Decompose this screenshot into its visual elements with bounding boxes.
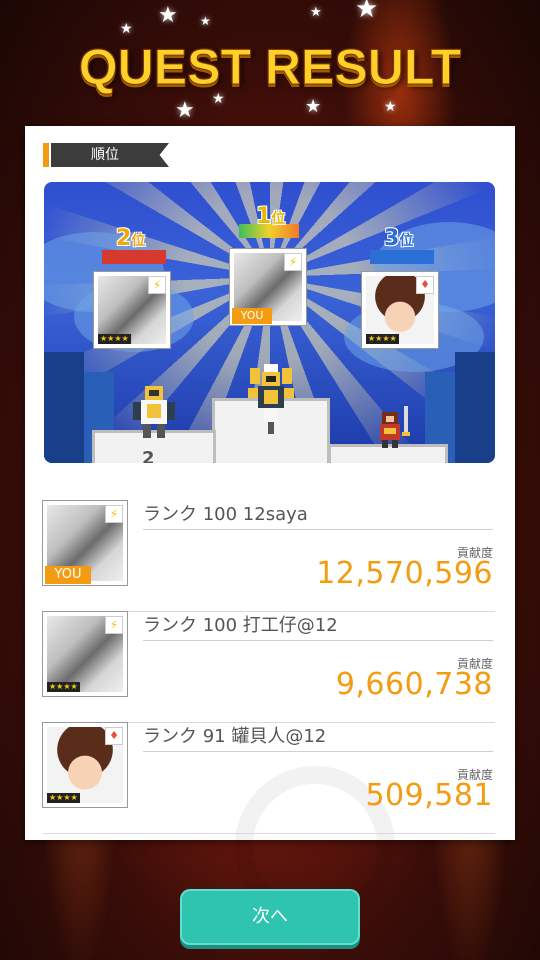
rank-suffix: 位: [271, 211, 286, 227]
result-list: ⚡ YOU ランク 100 12saya 貢献度 12,570,596 ⚡ ★★…: [43, 501, 495, 834]
next-button[interactable]: 次へ: [180, 889, 360, 945]
rank-ribbon-second: [102, 250, 166, 264]
lightning-icon: ⚡: [284, 253, 302, 271]
rank-number: 2: [116, 226, 132, 251]
lightning-icon: ⚡: [105, 616, 123, 634]
section-accent-bar: [43, 143, 49, 167]
you-badge: YOU: [45, 566, 91, 584]
player-name: ランク 100 打工仔@12: [143, 614, 493, 641]
rarity-stars: ★★★★: [366, 334, 399, 344]
star-icon: ★: [305, 96, 322, 117]
player-card[interactable]: ♦ ★★★★: [43, 723, 127, 807]
rank-number: 1: [256, 204, 272, 229]
podium-card-second[interactable]: ⚡ ★★★★: [94, 272, 170, 348]
rank-label-second: 2位: [116, 226, 145, 251]
result-panel: 順位 2 3 1位 2位 3位 ⚡ YO: [25, 126, 515, 926]
star-icon: ★: [200, 14, 211, 28]
rarity-stars: ★★★★: [47, 793, 80, 803]
rarity-stars: ★★★★: [98, 334, 131, 344]
star-icon: ★: [175, 98, 195, 123]
star-icon: ★: [355, 0, 379, 24]
winged-knight-sprite: [248, 364, 294, 434]
contribution-value: 509,581: [365, 778, 493, 813]
star-icon: ★: [158, 3, 178, 28]
star-icon: ★: [120, 21, 133, 37]
star-icon: ★: [384, 99, 397, 115]
rank-number: 3: [384, 226, 400, 251]
diamond-icon: ♦: [416, 276, 434, 294]
result-row[interactable]: ⚡ ★★★★ ランク 100 打工仔@12 貢献度 9,660,738: [43, 612, 495, 723]
podium-card-third[interactable]: ♦ ★★★★: [362, 272, 438, 348]
lightning-icon: ⚡: [105, 505, 123, 523]
player-card[interactable]: ⚡ YOU: [43, 501, 127, 585]
pillar: [455, 352, 495, 463]
rank-label-first: 1位: [256, 204, 285, 229]
step-number-second: 2: [142, 448, 155, 463]
result-row[interactable]: ♦ ★★★★ ランク 91 罐貝人@12 貢献度 509,581: [43, 723, 495, 834]
podium-card-first[interactable]: ⚡ YOU: [230, 249, 306, 325]
page-title: QUEST RESULT: [78, 39, 462, 96]
player-name: ランク 91 罐貝人@12: [143, 725, 493, 752]
contribution-value: 9,660,738: [335, 667, 493, 702]
rank-suffix: 位: [399, 233, 414, 249]
rank-suffix: 位: [131, 233, 146, 249]
contribution-value: 12,570,596: [316, 556, 493, 591]
podium-scene: 2 3 1位 2位 3位 ⚡ YOU ⚡ ★★★★ ♦ ★★★★: [44, 182, 495, 463]
player-name: ランク 100 12saya: [143, 503, 493, 530]
rank-ribbon-third: [370, 250, 434, 264]
lightning-icon: ⚡: [148, 276, 166, 294]
result-row[interactable]: ⚡ YOU ランク 100 12saya 貢献度 12,570,596: [43, 501, 495, 612]
rank-label-third: 3位: [384, 226, 413, 251]
player-card[interactable]: ⚡ ★★★★: [43, 612, 127, 696]
section-header: 順位: [43, 143, 171, 167]
pillar: [44, 352, 84, 463]
diamond-icon: ♦: [105, 727, 123, 745]
section-label: 順位: [51, 143, 169, 167]
you-badge: YOU: [232, 308, 272, 324]
warrior-sprite: [380, 406, 410, 448]
star-icon: ★: [310, 5, 322, 20]
knight-sprite: [133, 386, 175, 438]
rarity-stars: ★★★★: [47, 682, 80, 692]
